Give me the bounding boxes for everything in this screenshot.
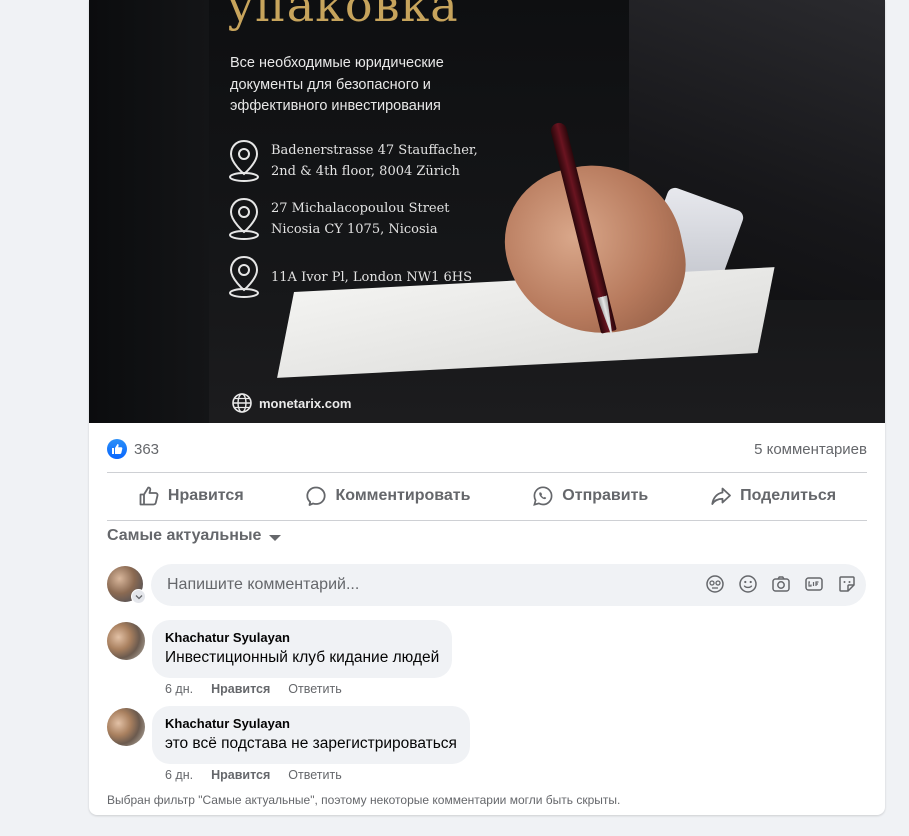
whatsapp-icon	[533, 486, 553, 506]
comment-like-button[interactable]: Нравится	[211, 682, 270, 696]
caret-down-icon	[269, 534, 282, 541]
like-button-label: Нравится	[167, 487, 244, 504]
comment-button[interactable]: Комментировать	[291, 478, 484, 514]
avatar-sticker-icon[interactable]	[704, 573, 726, 595]
location-pin-icon	[229, 255, 259, 298]
comment-author[interactable]: Khachatur Syulayan	[165, 715, 457, 733]
comment-input[interactable]	[165, 575, 669, 595]
send-button[interactable]: Отправить	[518, 478, 662, 514]
divider	[107, 472, 867, 473]
image-left-shadow	[89, 0, 209, 423]
gif-icon[interactable]	[803, 573, 825, 595]
share-arrow-icon	[711, 487, 731, 505]
post-card: упаковка Все необходимые юридические док…	[89, 0, 885, 815]
comments-count-link[interactable]: 5 комментариев	[754, 441, 867, 458]
comment-text: это всё подстава не зарегистрироваться	[165, 735, 457, 752]
ad-headline: упаковка	[227, 0, 459, 32]
likes-summary[interactable]: 363	[107, 439, 159, 459]
commenter-avatar[interactable]	[107, 622, 145, 660]
location-pin-icon	[229, 139, 259, 182]
comment-actions: 6 дн. Нравится Ответить	[165, 682, 360, 696]
share-button-label: Поделиться	[740, 487, 837, 504]
ad-address-zurich: Badenerstrasse 47 Stauffacher, 2nd & 4th…	[227, 138, 478, 184]
likes-count: 363	[134, 440, 160, 458]
address-text: 11A Ivor Pl, London NW1 6HS	[271, 269, 473, 285]
ad-address-nicosia: 27 Michalacopoulou Street Nicosia CY 107…	[227, 196, 450, 242]
emoji-icon[interactable]	[737, 573, 759, 595]
comment-composer	[107, 564, 867, 606]
comment-input-box[interactable]	[151, 564, 866, 606]
comment-timestamp[interactable]: 6 дн.	[165, 768, 193, 782]
thumbs-up-icon	[139, 486, 159, 506]
like-button[interactable]: Нравится	[124, 478, 258, 514]
comment-bubble: Khachatur Syulayan это всё подстава не з…	[152, 706, 470, 764]
send-button-label: Отправить	[562, 487, 649, 504]
comment-text: Инвестиционный клуб кидание людей	[165, 649, 440, 666]
globe-icon	[232, 393, 252, 413]
comment-actions: 6 дн. Нравится Ответить	[165, 768, 360, 782]
ad-tagline: Все необходимые юридические документы дл…	[230, 55, 444, 114]
camera-icon[interactable]	[770, 573, 792, 595]
comment-bubble-icon	[306, 486, 327, 506]
comments-filter-note: Выбран фильтр "Самые актуальные", поэтом…	[107, 793, 621, 807]
comment-button-label: Комментировать	[335, 487, 471, 504]
page: упаковка Все необходимые юридические док…	[0, 0, 909, 836]
commenter-avatar[interactable]	[107, 708, 145, 746]
ad-address-london: 11A Ivor Pl, London NW1 6HS	[227, 254, 472, 300]
like-reaction-icon	[107, 439, 127, 459]
divider	[107, 520, 867, 521]
comment-timestamp[interactable]: 6 дн.	[165, 682, 193, 696]
post-image[interactable]: упаковка Все необходимые юридические док…	[89, 0, 885, 423]
sticker-icon[interactable]	[836, 573, 858, 595]
ad-website: monetarix.com	[231, 392, 351, 414]
chevron-down-icon[interactable]	[131, 589, 146, 604]
comment-sort-label: Самые актуальные	[107, 527, 262, 544]
comment-sort-dropdown[interactable]: Самые актуальные	[107, 527, 282, 545]
address-text: Badenerstrasse 47 Stauffacher, 2nd & 4th…	[271, 143, 478, 179]
reactions-summary: 363 5 комментариев	[107, 436, 867, 462]
ad-website-text: monetarix.com	[259, 395, 352, 411]
comment-reply-button[interactable]: Ответить	[288, 768, 341, 782]
post-action-bar: Нравится Комментировать Отправить Подели…	[107, 474, 867, 518]
share-button[interactable]: Поделиться	[696, 478, 850, 514]
comment-bubble: Khachatur Syulayan Инвестиционный клуб к…	[152, 620, 453, 678]
composer-toolbar	[693, 573, 858, 595]
comment-reply-button[interactable]: Ответить	[288, 682, 341, 696]
address-text: 27 Michalacopoulou Street Nicosia CY 107…	[271, 201, 450, 237]
location-pin-icon	[229, 197, 259, 240]
comment-like-button[interactable]: Нравится	[211, 768, 270, 782]
comment-author[interactable]: Khachatur Syulayan	[165, 629, 439, 647]
